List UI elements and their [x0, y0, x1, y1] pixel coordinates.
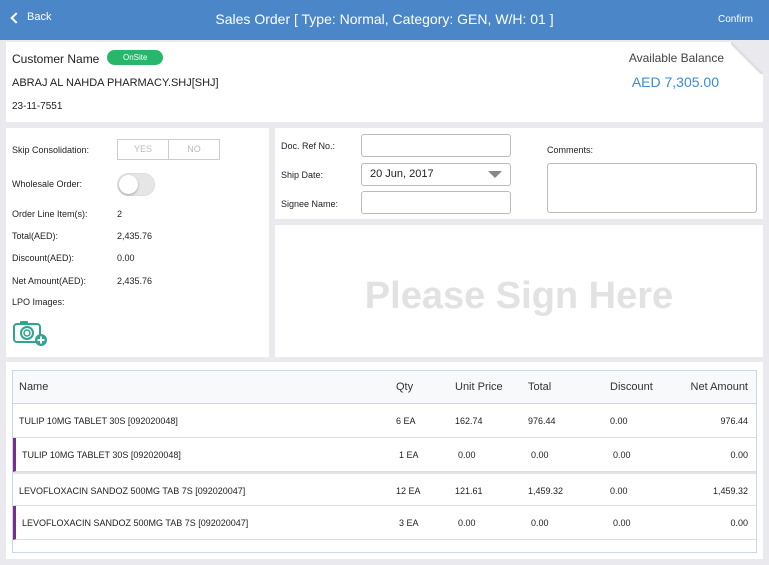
- confirm-button[interactable]: Confirm: [718, 14, 753, 25]
- header-discount: Discount: [610, 381, 653, 393]
- ship-date-value: 20 Jun, 2017: [370, 168, 434, 180]
- skip-consolidation-segmented: YES NO: [117, 139, 220, 160]
- signature-placeholder: Please Sign Here: [364, 275, 674, 317]
- cell-net-amount: 976.44: [720, 416, 748, 426]
- cell-unit-price: 0.00: [458, 518, 476, 528]
- table-header: Name Qty Unit Price Total Discount Net A…: [13, 371, 756, 404]
- total-label: Total(AED):: [12, 231, 59, 241]
- customer-card: Customer Name OnSite ABRAJ AL NAHDA PHAR…: [6, 42, 763, 122]
- ship-date-select[interactable]: 20 Jun, 2017: [361, 163, 511, 186]
- header-total: Total: [528, 381, 552, 393]
- toggle-knob: [119, 175, 138, 194]
- cell-total: 1,459.32: [528, 486, 564, 496]
- cell-qty: 12 EA: [396, 486, 421, 496]
- cell-unit-price: 121.61: [455, 486, 483, 496]
- skip-yes-option[interactable]: YES: [118, 140, 168, 159]
- doc-ref-input[interactable]: [361, 134, 511, 157]
- header-qty: Qty: [396, 381, 414, 393]
- available-balance-value: AED 7,305.00: [631, 74, 719, 90]
- caret-down-icon: [488, 171, 502, 178]
- net-amount-label: Net Amount(AED):: [12, 276, 87, 286]
- skip-no-option[interactable]: NO: [168, 140, 219, 159]
- wholesale-order-toggle[interactable]: [117, 173, 155, 196]
- signature-pad[interactable]: Please Sign Here: [275, 225, 763, 357]
- line-items-label: Order Line Item(s):: [12, 209, 88, 219]
- order-lines-card: Name Qty Unit Price Total Discount Net A…: [6, 362, 763, 559]
- table-row[interactable]: TULIP 10MG TABLET 30S [092020048] 6 EA 1…: [13, 404, 756, 438]
- cell-qty: 1 EA: [399, 450, 419, 460]
- cell-unit-price: 162.74: [455, 416, 483, 426]
- total-value: 2,435.76: [117, 231, 153, 241]
- cell-name: TULIP 10MG TABLET 30S [092020048]: [22, 450, 181, 460]
- cell-discount: 0.00: [613, 518, 631, 528]
- header-name: Name: [19, 381, 49, 393]
- cell-qty: 6 EA: [396, 416, 416, 426]
- cell-total: 0.00: [531, 450, 549, 460]
- header-net-amount: Net Amount: [690, 381, 748, 393]
- discount-value: 0.00: [117, 253, 135, 263]
- wholesale-order-label: Wholesale Order:: [12, 179, 83, 189]
- order-lines-table: Name Qty Unit Price Total Discount Net A…: [12, 370, 757, 553]
- cell-name: LEVOFLOXACIN SANDOZ 500MG TAB 7S [092020…: [19, 486, 246, 496]
- nav-bar: Back Sales Order [ Type: Normal, Categor…: [0, 0, 769, 40]
- cell-discount: 0.00: [610, 486, 628, 496]
- order-summary-panel: Skip Consolidation: YES NO Wholesale Ord…: [6, 128, 269, 357]
- doc-ref-label: Doc. Ref No.:: [281, 141, 336, 151]
- line-items-value: 2: [117, 209, 123, 219]
- discount-label: Discount(AED):: [12, 253, 75, 263]
- customer-name-label: Customer Name: [12, 52, 100, 66]
- cell-discount: 0.00: [613, 450, 631, 460]
- customer-code: 23-11-7551: [12, 101, 63, 112]
- header-unit-price: Unit Price: [455, 381, 503, 393]
- cell-discount: 0.00: [610, 416, 628, 426]
- cell-unit-price: 0.00: [458, 450, 476, 460]
- table-row[interactable]: TULIP 10MG TABLET 30S [092020048] 1 EA 0…: [13, 438, 756, 472]
- lpo-images-label: LPO Images:: [12, 297, 65, 307]
- cell-net-amount: 0.00: [730, 518, 748, 528]
- onsite-badge: OnSite: [107, 50, 164, 65]
- cell-qty: 3 EA: [399, 518, 419, 528]
- customer-name: ABRAJ AL NAHDA PHARMACY.SHJ[SHJ]: [12, 77, 219, 89]
- cell-net-amount: 0.00: [730, 450, 748, 460]
- ship-date-label: Ship Date:: [281, 170, 324, 180]
- cell-total: 976.44: [528, 416, 556, 426]
- page-curl-corner[interactable]: [731, 42, 763, 74]
- table-row[interactable]: LEVOFLOXACIN SANDOZ 500MG TAB 7S [092020…: [13, 472, 756, 506]
- cell-total: 0.00: [531, 518, 549, 528]
- skip-consolidation-label: Skip Consolidation:: [12, 145, 90, 155]
- comments-label: Comments:: [547, 145, 594, 155]
- table-row[interactable]: LEVOFLOXACIN SANDOZ 500MG TAB 7S [092020…: [13, 506, 756, 540]
- page-title: Sales Order [ Type: Normal, Category: GE…: [215, 11, 554, 27]
- cell-net-amount: 1,459.32: [712, 486, 748, 496]
- signee-name-label: Signee Name:: [281, 199, 339, 209]
- cell-name: TULIP 10MG TABLET 30S [092020048]: [19, 416, 178, 426]
- cell-name: LEVOFLOXACIN SANDOZ 500MG TAB 7S [092020…: [22, 518, 249, 528]
- available-balance-label: Available Balance: [628, 51, 724, 65]
- camera-add-icon[interactable]: [12, 319, 48, 347]
- signee-name-input[interactable]: [361, 191, 511, 214]
- net-amount-value: 2,435.76: [117, 276, 153, 286]
- comments-textarea[interactable]: [547, 163, 757, 213]
- document-info-panel: Doc. Ref No.: Ship Date: 20 Jun, 2017 Si…: [275, 128, 763, 219]
